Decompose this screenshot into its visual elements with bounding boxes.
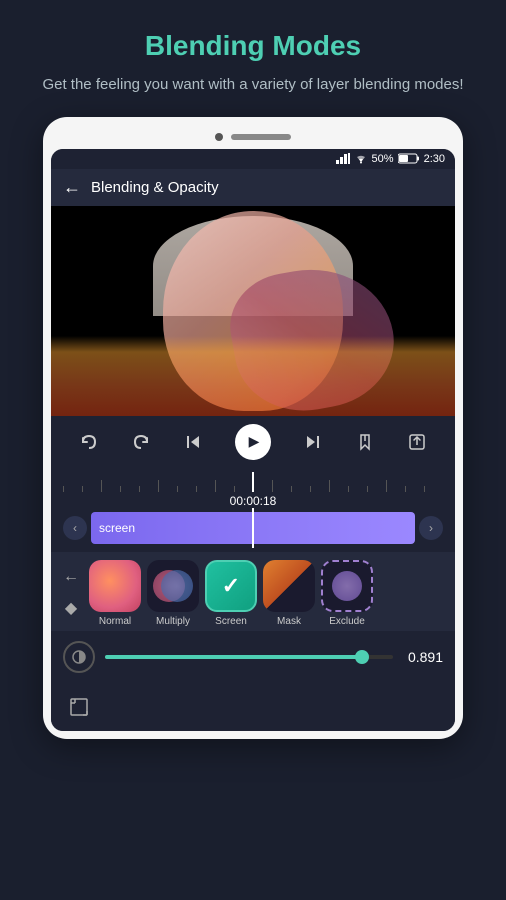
battery-text: 50% — [372, 153, 394, 165]
track-prev-button[interactable]: ‹ — [63, 516, 87, 540]
time-display: 2:30 — [424, 153, 445, 165]
normal-icon — [89, 560, 141, 612]
export-button[interactable] — [407, 432, 427, 452]
screen-icon — [205, 560, 257, 612]
multiply-label: Multiply — [156, 616, 190, 627]
mode-item-multiply[interactable]: Multiply — [147, 560, 199, 627]
mode-item-screen[interactable]: Screen — [205, 560, 257, 627]
skip-forward-icon — [303, 432, 323, 452]
mask-icon — [263, 560, 315, 612]
screen-label: Screen — [215, 616, 247, 627]
opacity-slider-fill — [105, 655, 362, 659]
status-icons: 50% 2:30 — [336, 153, 445, 165]
opacity-slider[interactable] — [105, 655, 393, 659]
signal-icon — [336, 153, 350, 164]
mode-item-normal[interactable]: Normal — [89, 560, 141, 627]
track-row: ‹ screen › — [63, 512, 443, 544]
track-clip[interactable]: screen — [91, 512, 415, 544]
skip-back-icon — [183, 432, 203, 452]
play-button[interactable]: ▶ — [235, 424, 271, 460]
diamond-button[interactable]: ◆ — [65, 598, 77, 618]
crop-icon — [67, 695, 91, 719]
exclude-label: Exclude — [329, 616, 365, 627]
track-next-button[interactable]: › — [419, 516, 443, 540]
export-icon — [407, 432, 427, 452]
video-canvas — [51, 206, 455, 416]
notch-speaker — [231, 134, 291, 140]
skip-forward-button[interactable] — [303, 432, 323, 452]
phone-wrapper: 50% 2:30 ← Blending & Opacity — [43, 117, 463, 739]
blend-modes-row: ← ◆ Normal Multiply Screen — [51, 560, 455, 627]
opacity-section: 0.891 — [51, 631, 455, 683]
opacity-slider-thumb — [355, 650, 369, 664]
app-header: ← Blending & Opacity — [51, 169, 455, 206]
multiply-icon — [147, 560, 199, 612]
header-section: Blending Modes Get the feeling you want … — [0, 0, 506, 117]
app-header-title: Blending & Opacity — [91, 179, 219, 196]
main-title: Blending Modes — [20, 30, 486, 62]
battery-icon — [398, 153, 420, 164]
opacity-svg-icon — [71, 649, 87, 665]
bookmark-button[interactable] — [355, 432, 375, 452]
undo-button[interactable] — [79, 432, 99, 452]
opacity-icon — [63, 641, 95, 673]
mode-item-mask[interactable]: Mask — [263, 560, 315, 627]
bottom-bar — [51, 683, 455, 731]
crop-tool-button[interactable] — [63, 691, 95, 723]
timeline-playhead — [252, 472, 254, 492]
blending-section: ← ◆ Normal Multiply Screen — [51, 552, 455, 631]
back-button[interactable]: ← — [63, 177, 81, 198]
left-controls: ← ◆ — [59, 568, 83, 618]
mode-item-exclude[interactable]: Exclude — [321, 560, 373, 627]
opacity-value: 0.891 — [403, 649, 443, 665]
bookmark-icon — [355, 432, 375, 452]
redo-icon — [131, 432, 151, 452]
video-content — [51, 206, 455, 416]
redo-button[interactable] — [131, 432, 151, 452]
timeline-ruler — [63, 472, 443, 492]
skip-back-button[interactable] — [183, 432, 203, 452]
normal-label: Normal — [99, 616, 131, 627]
subtitle: Get the feeling you want with a variety … — [20, 74, 486, 97]
track-playhead — [252, 508, 254, 548]
phone-notch — [51, 133, 455, 149]
status-bar: 50% 2:30 — [51, 149, 455, 169]
back-nav-button[interactable]: ← — [63, 568, 79, 586]
sunset-layer — [51, 336, 455, 416]
controls-bar: ▶ — [51, 416, 455, 468]
track-clip-label: screen — [99, 521, 135, 535]
undo-icon — [79, 432, 99, 452]
mask-label: Mask — [277, 616, 301, 627]
timeline-area[interactable]: 00:00:18 ‹ screen › — [51, 468, 455, 552]
notch-dot — [215, 133, 223, 141]
exclude-icon — [321, 560, 373, 612]
wifi-icon — [354, 153, 368, 164]
phone-screen: 50% 2:30 ← Blending & Opacity — [51, 149, 455, 731]
